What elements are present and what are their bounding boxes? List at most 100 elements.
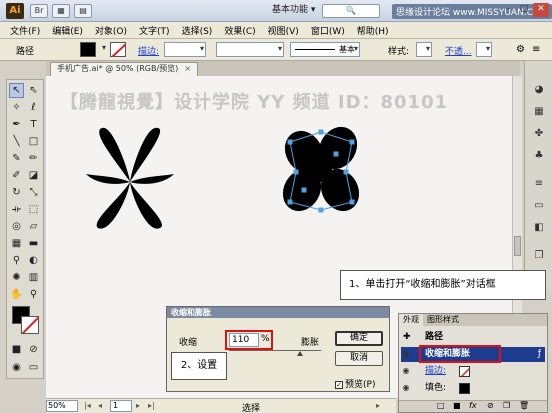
clear-appearance-icon[interactable]: ⊘: [487, 401, 494, 410]
gradient-panel-icon[interactable]: ▭: [532, 199, 546, 213]
stroke-row-label[interactable]: 描边:: [425, 364, 446, 379]
maximize-button[interactable]: □: [516, 3, 532, 17]
stroke-panel-icon[interactable]: ≡: [532, 177, 546, 191]
paintbrush-tool-icon[interactable]: ✎: [9, 151, 24, 166]
new-fill-icon[interactable]: ■: [453, 401, 461, 410]
panel-menu-icon[interactable]: ≡: [532, 44, 540, 55]
none-mode-icon[interactable]: ⊘: [26, 342, 41, 357]
opacity-link[interactable]: 不透...: [445, 44, 472, 57]
direct-selection-tool-icon[interactable]: ⇖: [26, 83, 41, 98]
pen-tool-icon[interactable]: ✒: [9, 117, 24, 132]
lasso-tool-icon[interactable]: ℓ: [26, 100, 41, 115]
fill-row[interactable]: ◉ 填色:: [401, 381, 545, 396]
opacity-dropdown[interactable]: [476, 42, 492, 57]
stroke-weight-field[interactable]: [164, 42, 206, 57]
width-tool-icon[interactable]: ⟛: [9, 202, 24, 217]
tab-appearance[interactable]: 外观: [399, 314, 423, 326]
search-field[interactable]: 🔍: [322, 4, 380, 18]
gradient-tool-icon[interactable]: ▬: [26, 236, 41, 251]
vertical-scroll-thumb[interactable]: [514, 236, 521, 256]
fill-swatch[interactable]: [80, 42, 96, 57]
blend-tool-icon[interactable]: ◐: [26, 253, 41, 268]
ok-button[interactable]: 确定: [335, 331, 383, 346]
line-tool-icon[interactable]: ╲: [9, 134, 24, 149]
type-tool-icon[interactable]: T: [26, 117, 41, 132]
blob-brush-tool-icon[interactable]: ✐: [9, 168, 24, 183]
close-window-button[interactable]: ✕: [533, 3, 549, 17]
new-stroke-icon[interactable]: □: [437, 401, 445, 410]
last-page-icon[interactable]: ▸|: [148, 401, 155, 410]
workspace-switcher[interactable]: 基本功能 ▾: [268, 4, 319, 18]
stroke-swatch[interactable]: [110, 42, 126, 57]
status-menu-icon[interactable]: ▸: [376, 401, 380, 410]
color-mode-icon[interactable]: ■: [9, 342, 24, 357]
selection-tool-icon[interactable]: ↖: [9, 83, 24, 98]
symbol-sprayer-tool-icon[interactable]: ✺: [9, 270, 24, 285]
variable-width-dropdown[interactable]: [216, 42, 284, 57]
symbols-panel-icon[interactable]: ♣: [532, 149, 546, 163]
trash-icon[interactable]: 🗑: [519, 401, 529, 410]
brush-dropdown[interactable]: 基本: [290, 42, 360, 57]
rotate-tool-icon[interactable]: ↻: [9, 185, 24, 200]
stroke-color-swatch[interactable]: [21, 316, 39, 334]
zoom-tool-icon[interactable]: ⚲: [26, 287, 41, 302]
menu-edit[interactable]: 编辑(E): [46, 24, 89, 37]
magic-wand-tool-icon[interactable]: ✧: [9, 100, 24, 115]
hand-tool-icon[interactable]: ✋: [9, 287, 24, 302]
pencil-tool-icon[interactable]: ✏: [26, 151, 41, 166]
style-dropdown[interactable]: [416, 42, 432, 57]
appearance-object-row[interactable]: ✚ 路径: [401, 330, 545, 345]
shape-builder-tool-icon[interactable]: ◎: [9, 219, 24, 234]
menu-help[interactable]: 帮助(H): [351, 24, 395, 37]
page-field[interactable]: 1: [110, 400, 132, 412]
preview-checkbox[interactable]: ✓ 预览(P): [335, 377, 375, 390]
add-effect-icon[interactable]: fx: [469, 401, 477, 410]
menu-view[interactable]: 视图(V): [262, 24, 305, 37]
swatches-panel-icon[interactable]: ▦: [532, 105, 546, 119]
transparency-panel-icon[interactable]: ◧: [532, 221, 546, 235]
rectangle-tool-icon[interactable]: □: [26, 134, 41, 149]
duplicate-item-icon[interactable]: ❐: [503, 401, 510, 410]
eyedropper-tool-icon[interactable]: ⚲: [9, 253, 24, 268]
menu-select[interactable]: 选择(S): [176, 24, 219, 37]
scale-tool-icon[interactable]: ⤡: [26, 185, 41, 200]
color-panel-icon[interactable]: ◕: [532, 83, 546, 97]
draw-mode-icon[interactable]: ◉: [9, 360, 24, 375]
menu-object[interactable]: 对象(O): [89, 24, 133, 37]
first-page-icon[interactable]: |◂: [84, 401, 91, 410]
next-page-icon[interactable]: ▸: [136, 401, 140, 410]
fx-icon[interactable]: ƒ: [538, 347, 541, 362]
gear-icon[interactable]: ⚙: [516, 44, 525, 55]
close-tab-icon[interactable]: ×: [184, 64, 191, 73]
arrange-documents-icon[interactable]: ▦: [52, 4, 70, 18]
eraser-tool-icon[interactable]: ◪: [26, 168, 41, 183]
graph-tool-icon[interactable]: ▥: [26, 270, 41, 285]
eye-icon[interactable]: ◉: [401, 366, 411, 376]
stroke-link[interactable]: 描边:: [138, 44, 159, 57]
minimize-button[interactable]: –: [500, 3, 516, 17]
layers-panel-icon[interactable]: ❐: [532, 249, 546, 263]
tab-graphic-styles[interactable]: 图形样式: [423, 314, 463, 326]
fill-row-swatch[interactable]: [459, 383, 470, 394]
menu-window[interactable]: 窗口(W): [305, 24, 351, 37]
zoom-field[interactable]: 50%: [46, 400, 78, 412]
stroke-row[interactable]: ◉ 描边:: [401, 364, 545, 379]
amount-slider-track[interactable]: [229, 350, 321, 351]
eye-icon[interactable]: ◉: [401, 383, 411, 393]
menu-type[interactable]: 文字(T): [133, 24, 176, 37]
bridge-icon[interactable]: Br: [30, 4, 48, 18]
perspective-grid-tool-icon[interactable]: ▱: [26, 219, 41, 234]
cancel-button[interactable]: 取消: [335, 351, 383, 366]
amount-slider-thumb[interactable]: [297, 351, 304, 356]
menu-effect[interactable]: 效果(C): [218, 24, 261, 37]
fill-dropdown[interactable]: [97, 42, 107, 57]
stroke-row-swatch[interactable]: [459, 366, 470, 377]
free-transform-tool-icon[interactable]: ⬚: [26, 202, 41, 217]
eye-icon[interactable]: ◉: [401, 349, 411, 359]
brushes-panel-icon[interactable]: ✤: [532, 127, 546, 141]
layout-icon[interactable]: ▤: [74, 4, 92, 18]
original-flower-shape[interactable]: [86, 127, 174, 229]
mesh-tool-icon[interactable]: ▦: [9, 236, 24, 251]
prev-page-icon[interactable]: ◂: [98, 401, 102, 410]
menu-file[interactable]: 文件(F): [4, 24, 46, 37]
